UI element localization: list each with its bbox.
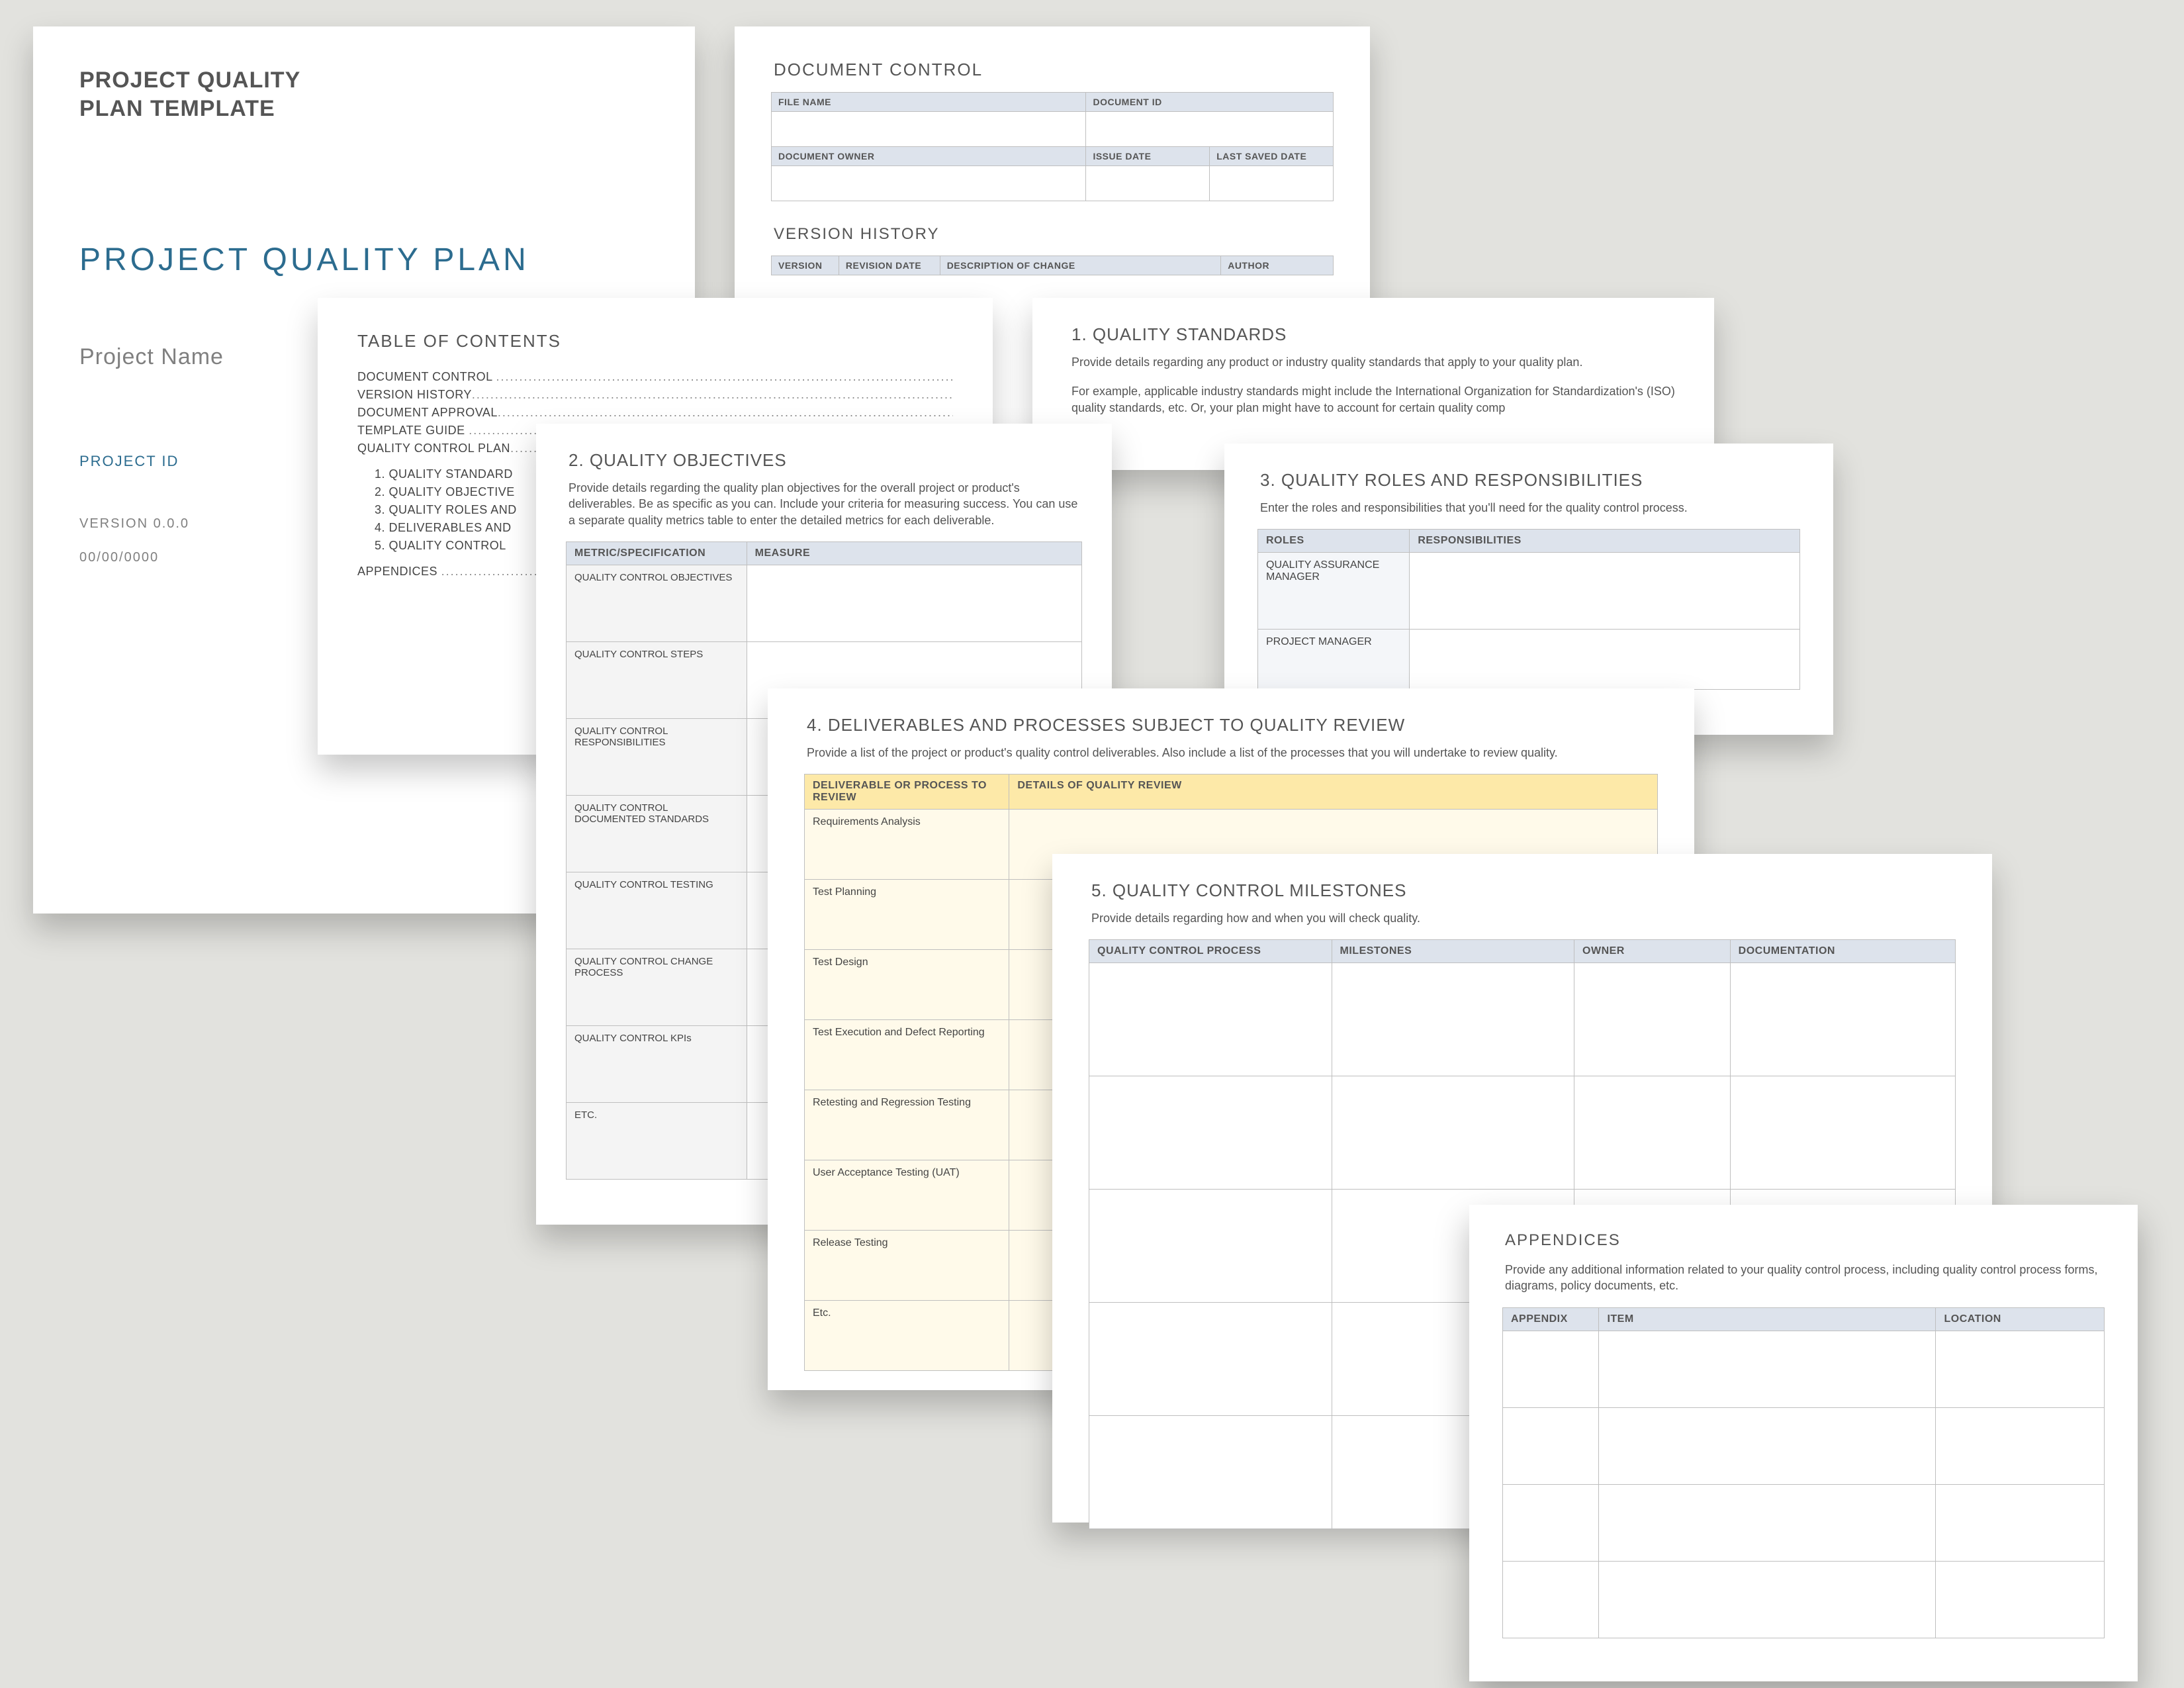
table-cell	[1574, 1076, 1731, 1190]
row-label: QUALITY CONTROL KPIs	[567, 1025, 747, 1102]
deliverable-cell: Test Design	[805, 950, 1009, 1020]
role-cell: PROJECT MANAGER	[1258, 630, 1410, 690]
deliverable-cell: Requirements Analysis	[805, 810, 1009, 880]
th-document-id: DOCUMENT ID	[1086, 93, 1334, 112]
table-cell	[1599, 1407, 1936, 1484]
deliverable-cell: Test Execution and Defect Reporting	[805, 1020, 1009, 1090]
row-label: QUALITY CONTROL TESTING	[567, 872, 747, 949]
table-cell	[1936, 1484, 2105, 1561]
table-cell	[1936, 1561, 2105, 1638]
s1-desc1: Provide details regarding any product or…	[1071, 354, 1678, 370]
table-cell	[1089, 1416, 1332, 1529]
deliverable-cell: User Acceptance Testing (UAT)	[805, 1160, 1009, 1231]
cell-filename	[772, 112, 1086, 147]
table-cell	[1089, 963, 1332, 1076]
table-cell	[1089, 1303, 1332, 1416]
toc-line: VERSION HISTORY	[357, 388, 953, 402]
table-cell	[1503, 1331, 1599, 1407]
template-title-line1: PROJECT QUALITY	[79, 66, 649, 95]
document-title: PROJECT QUALITY PLAN	[79, 242, 649, 278]
table-cell	[1332, 963, 1574, 1076]
appendices-desc: Provide any additional information relat…	[1505, 1262, 2105, 1294]
version-history-heading: VERSION HISTORY	[774, 225, 1334, 244]
roles-table: ROLES RESPONSIBILITIES QUALITY ASSURANCE…	[1257, 529, 1800, 690]
cell-issue	[1086, 166, 1210, 201]
th-author: AUTHOR	[1221, 256, 1334, 275]
table-cell	[1089, 1076, 1332, 1190]
th-issue-date: ISSUE DATE	[1086, 147, 1210, 166]
th-milestones: MILESTONES	[1332, 940, 1574, 963]
table-cell	[1410, 553, 1800, 630]
th-roles: ROLES	[1258, 530, 1410, 553]
appendices-heading: APPENDICES	[1505, 1231, 2105, 1250]
table-cell	[1599, 1484, 1936, 1561]
table-cell	[1089, 1190, 1332, 1303]
cell-saved	[1210, 166, 1334, 201]
toc-heading: TABLE OF CONTENTS	[357, 331, 953, 352]
table-cell	[1730, 963, 1955, 1076]
row-label: QUALITY CONTROL STEPS	[567, 641, 747, 718]
s3-heading: 3. QUALITY ROLES AND RESPONSIBILITIES	[1260, 470, 1800, 491]
role-cell: QUALITY ASSURANCE MANAGER	[1258, 553, 1410, 630]
deliverable-cell: Release Testing	[805, 1231, 1009, 1301]
table-cell	[1503, 1561, 1599, 1638]
document-control-table: FILE NAME DOCUMENT ID DOCUMENT OWNER ISS…	[771, 92, 1334, 201]
deliverable-cell: Retesting and Regression Testing	[805, 1090, 1009, 1160]
row-label: ETC.	[567, 1102, 747, 1179]
th-responsibilities: RESPONSIBILITIES	[1410, 530, 1800, 553]
th-owner: OWNER	[1574, 940, 1731, 963]
version-history-table: VERSION REVISION DATE DESCRIPTION OF CHA…	[771, 256, 1334, 275]
th-revdate: REVISION DATE	[839, 256, 940, 275]
deliverable-cell: Test Planning	[805, 880, 1009, 950]
deliverable-cell: Etc.	[805, 1301, 1009, 1371]
s1-heading: 1. QUALITY STANDARDS	[1071, 324, 1678, 345]
document-control-heading: DOCUMENT CONTROL	[774, 60, 1334, 80]
row-label: QUALITY CONTROL CHANGE PROCESS	[567, 949, 747, 1025]
th-last-saved: LAST SAVED DATE	[1210, 147, 1334, 166]
table-cell	[1599, 1331, 1936, 1407]
table-cell	[1503, 1407, 1599, 1484]
th-location: LOCATION	[1936, 1307, 2105, 1331]
template-title-line2: PLAN TEMPLATE	[79, 95, 649, 123]
th-appendix: APPENDIX	[1503, 1307, 1599, 1331]
table-cell	[1410, 630, 1800, 690]
th-details: DETAILS OF QUALITY REVIEW	[1009, 774, 1658, 810]
s5-heading: 5. QUALITY CONTROL MILESTONES	[1091, 880, 1956, 901]
cell-docid	[1086, 112, 1334, 147]
s4-heading: 4. DELIVERABLES AND PROCESSES SUBJECT TO…	[807, 715, 1658, 735]
table-cell	[1730, 1076, 1955, 1190]
table-cell	[1574, 963, 1731, 1076]
s2-desc: Provide details regarding the quality pl…	[569, 480, 1082, 528]
th-file-name: FILE NAME	[772, 93, 1086, 112]
s3-desc: Enter the roles and responsibilities tha…	[1260, 500, 1800, 516]
table-cell	[747, 565, 1081, 641]
th-version: VERSION	[772, 256, 839, 275]
table-cell	[1599, 1561, 1936, 1638]
s1-desc2: For example, applicable industry standar…	[1071, 383, 1678, 416]
s5-desc: Provide details regarding how and when y…	[1091, 910, 1956, 926]
th-measure: MEASURE	[747, 541, 1081, 565]
appendices-page: APPENDICES Provide any additional inform…	[1469, 1205, 2138, 1681]
table-cell	[1503, 1484, 1599, 1561]
toc-line: DOCUMENT CONTROL	[357, 370, 953, 384]
th-desc: DESCRIPTION OF CHANGE	[940, 256, 1221, 275]
th-process: QUALITY CONTROL PROCESS	[1089, 940, 1332, 963]
th-documentation: DOCUMENTATION	[1730, 940, 1955, 963]
table-cell	[1936, 1407, 2105, 1484]
row-label: QUALITY CONTROL OBJECTIVES	[567, 565, 747, 641]
s4-desc: Provide a list of the project or product…	[807, 745, 1658, 761]
row-label: QUALITY CONTROL DOCUMENTED STANDARDS	[567, 795, 747, 872]
row-label: QUALITY CONTROL RESPONSIBILITIES	[567, 718, 747, 795]
th-deliverable: DELIVERABLE OR PROCESS TO REVIEW	[805, 774, 1009, 810]
s2-heading: 2. QUALITY OBJECTIVES	[569, 450, 1082, 471]
th-item: ITEM	[1599, 1307, 1936, 1331]
appendices-table: APPENDIX ITEM LOCATION	[1502, 1307, 2105, 1638]
cell-owner	[772, 166, 1086, 201]
th-metric: METRIC/SPECIFICATION	[567, 541, 747, 565]
table-cell	[1332, 1076, 1574, 1190]
toc-line: DOCUMENT APPROVAL	[357, 406, 953, 420]
th-doc-owner: DOCUMENT OWNER	[772, 147, 1086, 166]
table-cell	[1936, 1331, 2105, 1407]
